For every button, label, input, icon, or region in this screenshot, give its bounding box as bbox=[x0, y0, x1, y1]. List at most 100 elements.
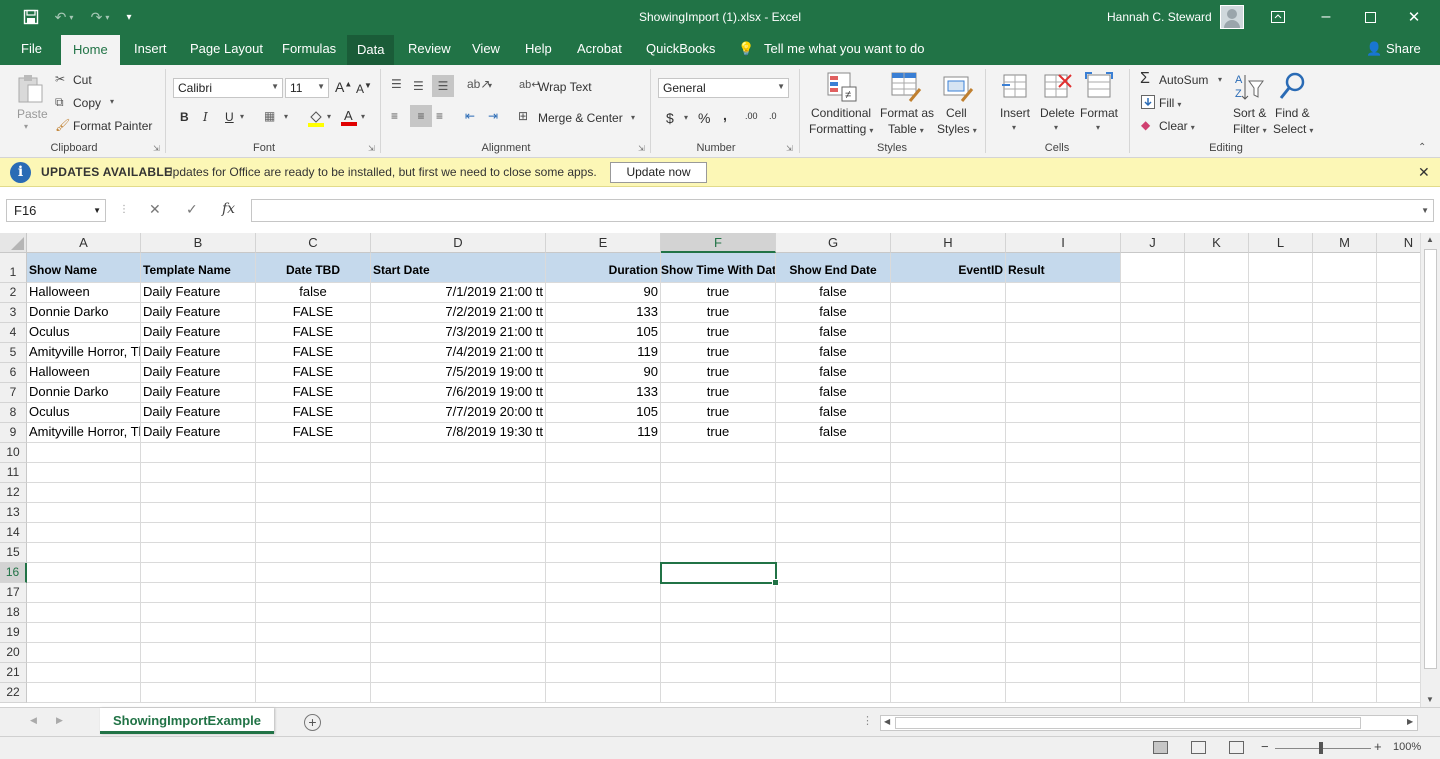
cell[interactable] bbox=[1377, 683, 1420, 703]
number-launcher-icon[interactable]: ⇲ bbox=[786, 144, 793, 153]
data-cell[interactable]: false bbox=[776, 363, 891, 383]
cell[interactable] bbox=[1313, 483, 1377, 503]
align-center-icon[interactable]: ≡ bbox=[410, 105, 432, 127]
data-cell[interactable]: Oculus bbox=[27, 403, 141, 423]
scroll-down-icon[interactable]: ▼ bbox=[1426, 695, 1434, 704]
cell[interactable] bbox=[546, 623, 661, 643]
cell[interactable] bbox=[891, 563, 1006, 583]
percent-button[interactable]: % bbox=[698, 110, 710, 126]
data-cell[interactable]: 7/3/2019 21:00 tt bbox=[371, 323, 546, 343]
tab-file[interactable]: File bbox=[21, 41, 42, 63]
row-header-2[interactable]: 2 bbox=[0, 283, 27, 303]
cell[interactable] bbox=[371, 603, 546, 623]
column-header-h[interactable]: H bbox=[891, 233, 1006, 253]
data-cell[interactable] bbox=[1006, 363, 1121, 383]
cut-icon[interactable]: ✂ bbox=[55, 72, 65, 86]
cell[interactable] bbox=[1377, 363, 1420, 383]
cell[interactable] bbox=[776, 683, 891, 703]
maximize-icon[interactable] bbox=[1362, 8, 1378, 26]
cell[interactable] bbox=[1377, 403, 1420, 423]
align-left-icon[interactable]: ≡ bbox=[391, 109, 398, 123]
close-icon[interactable]: ✕ bbox=[1406, 8, 1422, 26]
cell[interactable] bbox=[1121, 363, 1185, 383]
cell[interactable] bbox=[1249, 563, 1313, 583]
data-cell[interactable] bbox=[1006, 303, 1121, 323]
cell[interactable] bbox=[141, 663, 256, 683]
cell[interactable] bbox=[1313, 383, 1377, 403]
cell[interactable] bbox=[1377, 283, 1420, 303]
format-painter-button[interactable]: Format Painter bbox=[73, 119, 152, 133]
tab-insert[interactable]: Insert bbox=[134, 41, 167, 63]
cell[interactable] bbox=[1121, 343, 1185, 363]
cell[interactable] bbox=[141, 483, 256, 503]
header-cell[interactable]: Show Time With Date bbox=[661, 253, 776, 283]
clear-button[interactable]: Clear ▾ bbox=[1159, 119, 1195, 133]
cell[interactable] bbox=[256, 443, 371, 463]
cell[interactable] bbox=[141, 563, 256, 583]
cell[interactable] bbox=[661, 483, 776, 503]
cell[interactable] bbox=[1313, 463, 1377, 483]
tab-page-layout[interactable]: Page Layout bbox=[190, 41, 263, 63]
cell[interactable] bbox=[1377, 463, 1420, 483]
cell[interactable] bbox=[1313, 683, 1377, 703]
font-color-dropdown-icon[interactable]: ▾ bbox=[361, 112, 365, 121]
data-cell[interactable]: 7/2/2019 21:00 tt bbox=[371, 303, 546, 323]
data-cell[interactable]: false bbox=[776, 423, 891, 443]
data-cell[interactable] bbox=[1006, 323, 1121, 343]
cell[interactable] bbox=[1313, 663, 1377, 683]
cell[interactable] bbox=[1006, 503, 1121, 523]
format-cells-button[interactable]: Format bbox=[1080, 106, 1118, 120]
data-cell[interactable]: Halloween bbox=[27, 363, 141, 383]
cell-styles-button[interactable]: Styles ▾ bbox=[937, 122, 977, 136]
row-header-10[interactable]: 10 bbox=[0, 443, 27, 463]
cell[interactable] bbox=[1121, 643, 1185, 663]
font-launcher-icon[interactable]: ⇲ bbox=[368, 144, 375, 153]
data-cell[interactable]: Daily Feature bbox=[141, 363, 256, 383]
cell[interactable] bbox=[1249, 443, 1313, 463]
cell[interactable] bbox=[141, 523, 256, 543]
cell[interactable] bbox=[891, 503, 1006, 523]
cell[interactable] bbox=[27, 443, 141, 463]
cell[interactable] bbox=[141, 643, 256, 663]
cell[interactable] bbox=[1249, 603, 1313, 623]
data-cell[interactable]: 133 bbox=[546, 303, 661, 323]
cell[interactable] bbox=[27, 463, 141, 483]
scroll-up-icon[interactable]: ▲ bbox=[1426, 235, 1434, 244]
cell[interactable] bbox=[546, 663, 661, 683]
column-header-f[interactable]: F bbox=[661, 233, 776, 253]
cell[interactable] bbox=[661, 543, 776, 563]
page-break-view-icon[interactable] bbox=[1229, 741, 1244, 754]
borders-icon[interactable]: ▦ bbox=[264, 109, 275, 123]
data-cell[interactable]: 7/1/2019 21:00 tt bbox=[371, 283, 546, 303]
user-name[interactable]: Hannah C. Steward bbox=[1107, 10, 1212, 24]
insert-cells-button[interactable]: Insert bbox=[1000, 106, 1030, 120]
cell[interactable] bbox=[1185, 303, 1249, 323]
cell[interactable] bbox=[1249, 623, 1313, 643]
cell[interactable] bbox=[1249, 363, 1313, 383]
merge-center-button[interactable]: Merge & Center bbox=[538, 111, 623, 125]
decrease-decimal-button[interactable]: .0 bbox=[769, 111, 777, 121]
data-cell[interactable] bbox=[1006, 283, 1121, 303]
cell[interactable] bbox=[1185, 503, 1249, 523]
paste-icon[interactable] bbox=[16, 73, 46, 103]
cell[interactable] bbox=[27, 583, 141, 603]
autosum-button[interactable]: AutoSum bbox=[1159, 73, 1208, 87]
cell[interactable] bbox=[1249, 403, 1313, 423]
cell[interactable] bbox=[1121, 503, 1185, 523]
decrease-indent-icon[interactable]: ⇤ bbox=[465, 109, 475, 123]
data-cell[interactable]: Amityville Horror, The bbox=[27, 423, 141, 443]
cell[interactable] bbox=[1249, 423, 1313, 443]
column-header-k[interactable]: K bbox=[1185, 233, 1249, 253]
cell[interactable] bbox=[1185, 443, 1249, 463]
cell[interactable] bbox=[1313, 253, 1377, 283]
cell[interactable] bbox=[27, 643, 141, 663]
sort-filter-button[interactable]: Filter ▾ bbox=[1233, 122, 1267, 136]
cell[interactable] bbox=[371, 463, 546, 483]
cell[interactable] bbox=[1121, 383, 1185, 403]
data-cell[interactable] bbox=[1006, 403, 1121, 423]
data-cell[interactable]: 7/5/2019 19:00 tt bbox=[371, 363, 546, 383]
cell[interactable] bbox=[1121, 443, 1185, 463]
cell[interactable] bbox=[1121, 483, 1185, 503]
find-select-icon[interactable] bbox=[1278, 71, 1308, 106]
clipboard-launcher-icon[interactable]: ⇲ bbox=[153, 144, 160, 153]
